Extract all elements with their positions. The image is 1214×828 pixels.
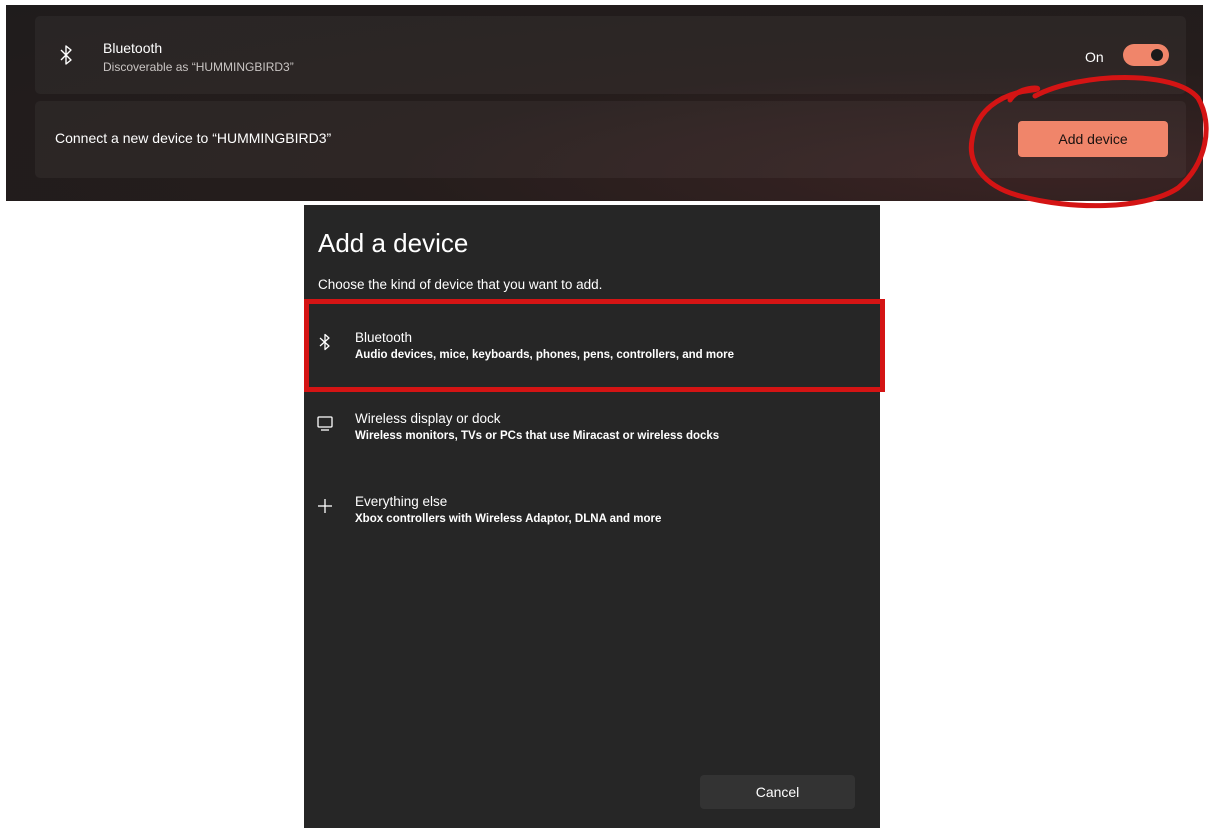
bluetooth-toggle[interactable] bbox=[1123, 44, 1169, 66]
option-bluetooth[interactable]: Bluetooth Audio devices, mice, keyboards… bbox=[304, 313, 880, 395]
option-title: Everything else bbox=[355, 494, 448, 509]
bluetooth-settings-panel: Bluetooth Discoverable as “HUMMINGBIRD3”… bbox=[6, 5, 1203, 201]
option-everything-else[interactable]: Everything else Xbox controllers with Wi… bbox=[304, 477, 880, 559]
add-device-button[interactable]: Add device bbox=[1018, 121, 1168, 157]
option-description: Wireless monitors, TVs or PCs that use M… bbox=[355, 430, 720, 442]
bluetooth-icon bbox=[319, 333, 330, 351]
bluetooth-icon bbox=[60, 45, 72, 65]
bluetooth-card: Bluetooth Discoverable as “HUMMINGBIRD3”… bbox=[35, 16, 1186, 94]
option-title: Wireless display or dock bbox=[355, 411, 501, 426]
cancel-button[interactable]: Cancel bbox=[700, 775, 855, 809]
option-title: Bluetooth bbox=[355, 330, 413, 345]
bluetooth-toggle-label: On bbox=[1085, 49, 1104, 65]
dialog-title: Add a device bbox=[318, 228, 469, 258]
bluetooth-discoverable-text: Discoverable as “HUMMINGBIRD3” bbox=[103, 60, 294, 74]
add-device-dialog: Add a device Choose the kind of device t… bbox=[304, 205, 880, 828]
option-wireless-display[interactable]: Wireless display or dock Wireless monito… bbox=[304, 394, 880, 476]
dialog-subtitle: Choose the kind of device that you want … bbox=[318, 277, 603, 292]
option-description: Audio devices, mice, keyboards, phones, … bbox=[355, 349, 734, 361]
connect-device-text: Connect a new device to “HUMMINGBIRD3” bbox=[55, 130, 332, 146]
connect-device-card: Connect a new device to “HUMMINGBIRD3” A… bbox=[35, 101, 1186, 178]
bluetooth-title: Bluetooth bbox=[103, 40, 163, 56]
toggle-knob bbox=[1151, 49, 1163, 61]
plus-icon bbox=[318, 499, 332, 513]
monitor-icon bbox=[317, 416, 333, 431]
option-description: Xbox controllers with Wireless Adaptor, … bbox=[355, 513, 662, 525]
